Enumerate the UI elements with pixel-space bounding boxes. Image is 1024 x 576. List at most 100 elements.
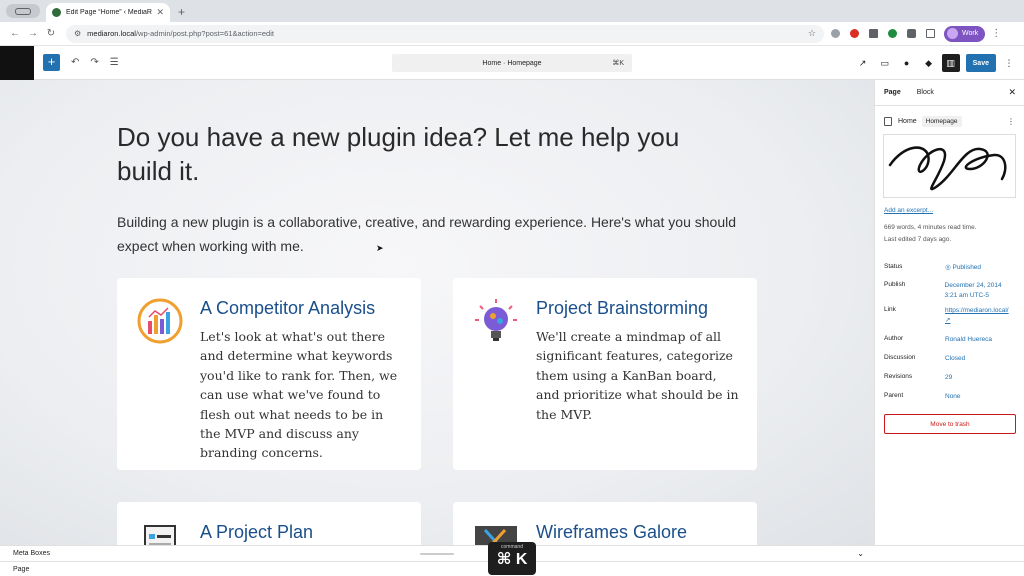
close-icon[interactable]: ✕ [1008,87,1016,98]
browser-toolbar: ← → ↻ ⚙ mediaron.local/wp-admin/post.php… [0,22,1024,46]
word-count: 669 words, 4 minutes read time. [884,224,977,231]
feature-card[interactable]: A Project Plan [117,502,421,545]
page-heading[interactable]: Do you have a new plugin idea? Let me he… [117,120,737,188]
options-icon[interactable]: ⋮ [1000,54,1018,72]
meta-boxes-panel[interactable]: Meta Boxes ⌄ [0,545,874,561]
tab-page[interactable]: Page [884,89,901,96]
discussion-value[interactable]: Closed [945,354,965,364]
close-tab-icon[interactable]: ✕ [156,7,164,18]
feature-card[interactable]: Wireframes Galore [453,502,757,545]
editor-header: + ↶ ↷ ☰ Home · Homepage ⌘K ↗ ▭ ● ◆ ▥ Sav… [0,45,1024,80]
extension-icon[interactable] [846,26,862,42]
reload-icon[interactable]: ↻ [42,28,60,39]
card-title: A Competitor Analysis [200,298,376,318]
browser-tab-strip: Edit Page “Home” ‹ MediaRo... ✕ + [0,0,1024,22]
extension-icon[interactable] [827,26,843,42]
preview-icon[interactable]: ▭ [876,54,894,72]
lightbulb-icon [475,299,517,341]
card-title: Wireframes Galore [536,522,688,542]
chevron-down-icon[interactable]: ⌄ [857,549,864,558]
resize-handle[interactable] [420,553,454,555]
publish-date[interactable]: December 24, 2014 3:21 am UTC-5 [945,281,1016,300]
mouse-cursor-icon: ➤ [376,243,384,253]
revisions-row: Revisions 29 [875,373,1024,383]
row-label: Parent [884,392,904,399]
browser-menu-icon[interactable]: ⋮ [991,28,1001,39]
plugin-icon[interactable]: ◆ [920,54,938,72]
feature-card[interactable]: Project Brainstorming We'll create a min… [453,278,757,470]
page-icon [884,117,892,126]
row-label: Author [884,335,904,342]
shortcut-hint: ⌘K [612,60,624,67]
row-label: Status [884,263,903,270]
add-block-button[interactable]: + [43,54,60,71]
status-value[interactable]: ◎ Published [945,263,981,273]
undo-icon[interactable]: ↶ [71,57,79,68]
document-overview-icon[interactable]: ☰ [110,57,119,68]
card-body: We'll create a mindmap of all significan… [536,329,739,422]
move-to-trash-button[interactable]: Move to trash [884,414,1016,434]
parent-row: Parent None [875,392,1024,402]
breadcrumb-item[interactable]: Page [13,566,29,573]
card-body: Let's look at what's out there and deter… [200,329,398,461]
browser-tab-active[interactable]: Edit Page “Home” ‹ MediaRo... ✕ [46,3,170,22]
favicon-icon [52,8,61,17]
back-icon[interactable]: ← [6,28,24,39]
project-plan-icon [144,525,176,545]
more-options-icon[interactable]: ⋮ [1007,117,1015,126]
wordpress-logo[interactable] [0,45,34,80]
card-title: A Project Plan [200,522,314,542]
plugin-icon[interactable]: ● [898,54,916,72]
row-label: Revisions [884,373,913,380]
featured-image[interactable] [883,134,1016,198]
author-value[interactable]: Ronald Huereca [945,335,992,345]
feature-card[interactable]: A Competitor Analysis Let's look at what… [117,278,421,470]
chart-analysis-icon [137,298,183,344]
profile-button[interactable]: Work [944,25,986,42]
save-button[interactable]: Save [965,54,996,72]
publish-row: Publish December 24, 2014 3:21 am UTC-5 [875,281,1024,300]
pinned-tab[interactable] [6,4,40,18]
card-title: Project Brainstorming [536,298,709,318]
extension-icon[interactable] [865,26,881,42]
redo-icon[interactable]: ↷ [90,57,98,68]
page-title: Home [898,118,917,125]
settings-sidebar-icon[interactable]: ▥ [941,54,960,72]
url-host: mediaron.local [87,29,136,38]
extension-icon[interactable] [884,26,900,42]
homepage-badge: Homepage [921,116,962,127]
row-label: Link [884,306,896,313]
document-bar[interactable]: Home · Homepage ⌘K [392,54,632,72]
side-panel-icon[interactable] [922,26,938,42]
parent-value[interactable]: None [945,392,961,402]
row-label: Discussion [884,354,916,361]
status-row: Status ◎ Published [875,263,1024,273]
document-title: Home · Homepage [482,59,542,67]
page-intro[interactable]: Building a new plugin is a collaborative… [117,210,737,258]
revisions-value[interactable]: 29 [945,373,952,383]
permalink[interactable]: https://mediaron.local/ ↗ [945,306,1013,325]
avatar [947,28,958,39]
editor-canvas[interactable]: Do you have a new plugin idea? Let me he… [0,80,874,545]
view-page-icon[interactable]: ↗ [854,54,872,72]
tab-block[interactable]: Block [917,89,934,96]
forward-icon[interactable]: → [24,28,42,39]
address-bar[interactable]: ⚙ mediaron.local/wp-admin/post.php?post=… [66,24,824,43]
profile-label: Work [962,30,979,37]
keystroke-overlay: command ⌘ K [488,542,536,575]
site-info-icon[interactable]: ⚙ [74,29,81,38]
tab-icon [15,7,31,15]
link-row: Link https://mediaron.local/ ↗ [875,306,1024,325]
puzzle-icon[interactable] [903,26,919,42]
keystroke-keys: ⌘ K [496,551,528,568]
bookmark-star-icon[interactable]: ☆ [808,28,816,39]
add-excerpt-link[interactable]: Add an excerpt... [875,198,1024,214]
url-path: /wp-admin/post.php?post=61&action=edit [135,29,274,38]
settings-sidebar: Page Block ✕ Home Homepage ⋮ Add an exce… [874,80,1024,545]
tab-title: Edit Page “Home” ‹ MediaRo... [66,9,153,16]
keystroke-caption: command [501,544,523,550]
row-label: Publish [884,281,906,288]
author-row: Author Ronald Huereca [875,335,1024,345]
discussion-row: Discussion Closed [875,354,1024,364]
new-tab-icon[interactable]: + [178,5,185,19]
